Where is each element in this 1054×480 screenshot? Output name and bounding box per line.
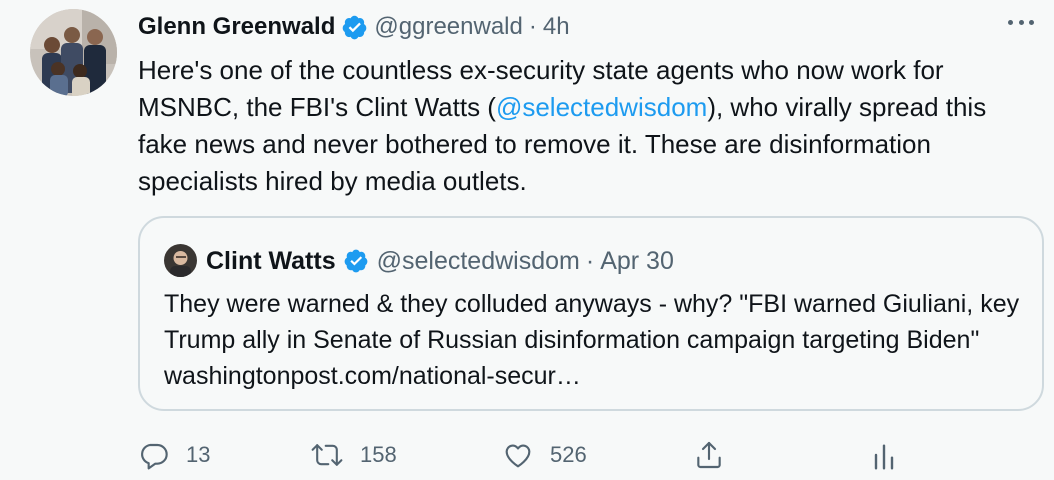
tweet-text: Here's one of the countless ex-security … bbox=[138, 52, 1038, 200]
retweet-icon bbox=[310, 439, 344, 471]
author-name[interactable]: Glenn Greenwald bbox=[138, 13, 335, 41]
quoted-author-handle: @selectedwisdom bbox=[376, 246, 580, 275]
analytics-icon bbox=[870, 439, 898, 471]
like-count: 526 bbox=[550, 442, 587, 467]
retweet-button[interactable]: 158 bbox=[310, 439, 397, 471]
action-bar: 13 158 526 bbox=[138, 432, 958, 478]
quoted-date: Apr 30 bbox=[600, 246, 674, 275]
mention-link[interactable]: @selectedwisdom bbox=[496, 92, 707, 122]
quoted-text: They were warned & they colluded anyways… bbox=[164, 290, 1020, 390]
reply-button[interactable]: 13 bbox=[138, 439, 210, 471]
quoted-author-name: Clint Watts bbox=[206, 246, 336, 275]
share-icon bbox=[693, 439, 725, 471]
quoted-header: Clint Watts @selectedwisdom · Apr 30 bbox=[206, 245, 674, 277]
like-button[interactable]: 526 bbox=[502, 439, 587, 471]
tweet-header: Glenn Greenwald @ggreenwald · 4h bbox=[138, 12, 570, 42]
share-button[interactable] bbox=[693, 439, 725, 471]
author-avatar[interactable] bbox=[30, 9, 117, 96]
analytics-button[interactable] bbox=[870, 439, 898, 471]
separator-dot: · bbox=[585, 246, 595, 275]
tweet-time[interactable]: 4h bbox=[543, 13, 570, 41]
more-icon[interactable] bbox=[1008, 10, 1034, 34]
reply-icon bbox=[138, 439, 170, 471]
retweet-count: 158 bbox=[360, 442, 397, 467]
verified-badge-icon bbox=[341, 14, 368, 41]
heart-icon bbox=[502, 439, 534, 471]
separator-dot: · bbox=[528, 13, 537, 40]
quoted-author-avatar bbox=[164, 244, 197, 277]
author-handle[interactable]: @ggreenwald bbox=[374, 13, 522, 41]
reply-count: 13 bbox=[186, 442, 211, 467]
verified-badge-icon bbox=[343, 248, 369, 274]
quoted-tweet[interactable]: Clint Watts @selectedwisdom · Apr 30 The… bbox=[138, 216, 1044, 411]
